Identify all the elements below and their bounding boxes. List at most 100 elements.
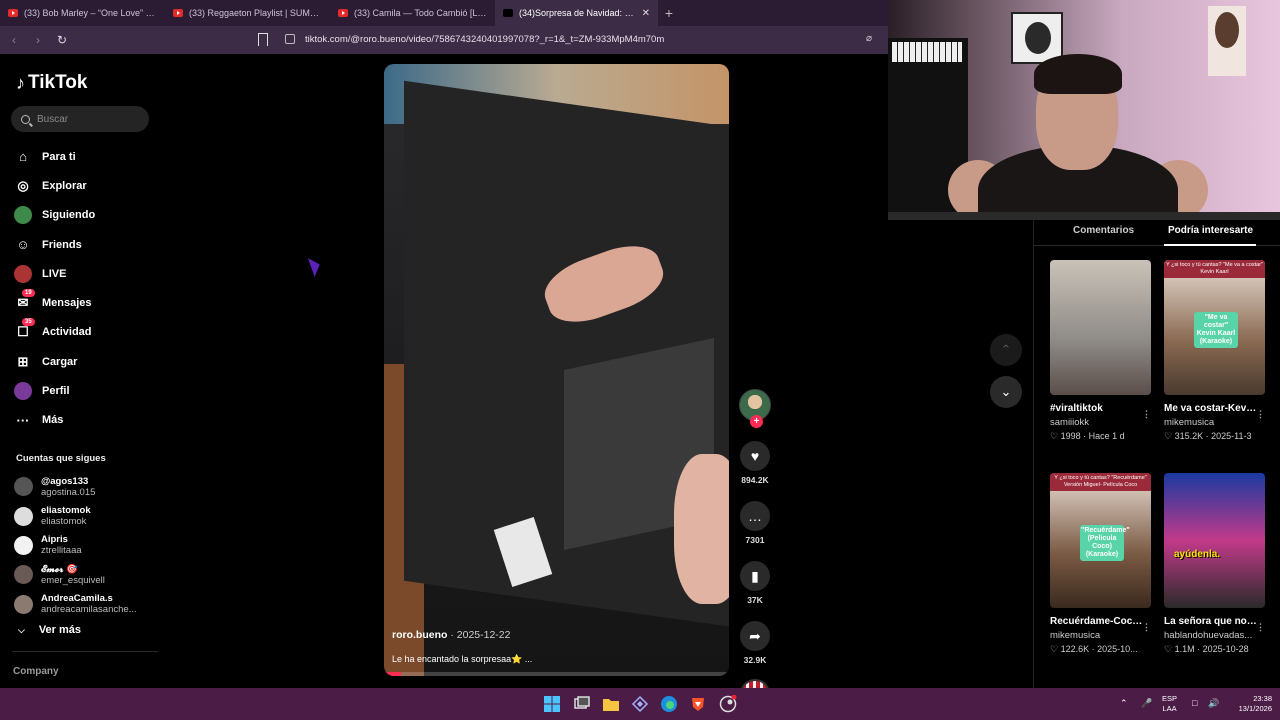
heart-outline-icon: ♡	[1164, 644, 1175, 654]
see-more-button[interactable]: ⌵ Ver más	[18, 624, 81, 636]
nav-item-siguiendo[interactable]: Siguiendo	[14, 201, 154, 230]
brave-icon[interactable]	[689, 695, 707, 713]
search-input[interactable]: Buscar	[11, 106, 149, 132]
video-meta: roro.bueno · 2025-12-22	[392, 629, 511, 641]
file-explorer-icon[interactable]	[602, 695, 620, 713]
video-caption[interactable]: Le ha encantado la sorpresaa⭐ ...	[392, 654, 532, 665]
card-author[interactable]: samiiiokk	[1050, 417, 1151, 428]
video-thumbnail[interactable]: ayúdenla.	[1164, 473, 1265, 608]
card-title[interactable]: La señora que no escucha bien...	[1164, 615, 1258, 628]
card-author[interactable]: hablandohuevadas...	[1164, 630, 1265, 641]
microphone-icon[interactable]: 🎤	[1141, 698, 1152, 708]
browser-tab[interactable]: (34)Sorpresa de Navidad: Car ✕	[495, 0, 658, 26]
browser-address-bar: ‹ › ↻ tiktok.com/@roro.bueno/video/75867…	[0, 26, 888, 54]
following-account[interactable]: @agos133 agostina.015	[14, 472, 144, 501]
browser-tab[interactable]: (33) Camila — Todo Cambió [Letra] -	[330, 0, 495, 26]
task-view-icon[interactable]	[573, 695, 591, 713]
like-button[interactable]: ♥	[740, 441, 770, 471]
main-nav: ⌂ Para ti ◎ Explorar Siguiendo ☺ Friends LIVE ✉ 1…	[14, 142, 154, 435]
video-player[interactable]: roro.bueno · 2025-12-22 Le ha encantado …	[384, 64, 729, 676]
avatar	[14, 594, 33, 614]
following-account[interactable]: 𝓔𝓶𝓮𝓻 🎯 emer_esquivell	[14, 560, 144, 589]
nav-item-actividad[interactable]: ☐ 35 Actividad	[14, 318, 154, 347]
nav-item-friends[interactable]: ☺ Friends	[14, 230, 154, 259]
youtube-favicon-icon	[8, 9, 18, 17]
next-video-button[interactable]: ⌄	[990, 376, 1022, 408]
more-options-icon[interactable]: ⋮	[1256, 622, 1265, 633]
video-thumbnail[interactable]: Y ¿si toco y tú cantas? "Recuérdame" Ver…	[1050, 473, 1151, 608]
like-count: 894.2K	[741, 475, 769, 485]
wall-poster	[1208, 6, 1246, 76]
close-tab-icon[interactable]: ✕	[642, 8, 650, 19]
active-tab-indicator	[1164, 244, 1256, 246]
more-options-icon[interactable]: ⋮	[1142, 622, 1151, 633]
video-thumbnail[interactable]: Y ¿si toco y tú cantas? "Me va a costar"…	[1164, 260, 1265, 395]
creator-avatar[interactable]: +	[739, 389, 771, 428]
follow-plus-icon[interactable]: +	[750, 415, 763, 428]
shields-icon[interactable]: ⌀	[866, 33, 872, 44]
comment-count: 7301	[745, 535, 765, 545]
url-field[interactable]: tiktok.com/@roro.bueno/video/75867432404…	[305, 34, 664, 45]
video-thumbnail[interactable]	[1050, 260, 1151, 395]
volume-icon[interactable]: 🔊	[1208, 698, 1219, 708]
avatar	[14, 565, 33, 585]
video-progress-bar[interactable]	[384, 672, 729, 676]
panel-tabs: Comentarios Podría interesarte	[1034, 220, 1280, 246]
thumbnail-caption: Y ¿si toco y tú cantas? "Me va a costar"…	[1164, 260, 1265, 278]
more-options-icon[interactable]: ⋮	[1256, 409, 1265, 420]
browser-tab-bar: (33) Bob Marley – “One Love” and “R(33) …	[0, 0, 888, 26]
share-button[interactable]: ➦	[740, 621, 770, 651]
new-tab-button[interactable]: +	[658, 5, 680, 21]
recommended-video-card[interactable]: #viraltiktok ⋮ samiiiokk ♡ 1998 · Hace 1 d	[1050, 260, 1151, 442]
like-count: 315.2K	[1174, 431, 1204, 441]
messages-icon: ✉ 19	[14, 289, 35, 312]
nav-item-perfil[interactable]: Perfil	[14, 376, 154, 405]
tab-comments[interactable]: Comentarios	[1073, 225, 1134, 236]
following-account[interactable]: AndreaCamila.s andreacamilasanche...	[14, 590, 144, 619]
forward-icon[interactable]: ›	[28, 33, 48, 47]
nav-item-cargar[interactable]: ⊞ Cargar	[14, 347, 154, 376]
chevron-up-icon: ⌃	[1000, 342, 1012, 357]
browser-tab[interactable]: (33) Reggaeton Playlist | SUMMER	[165, 0, 330, 26]
more-options-icon[interactable]: ⋮	[1142, 409, 1151, 420]
nav-item-explorar[interactable]: ◎ Explorar	[14, 171, 154, 200]
nav-item-más[interactable]: ··· Más	[14, 406, 154, 435]
card-title[interactable]: Me va costar-Kevin Kaarl...	[1164, 402, 1258, 415]
language-indicator[interactable]: ESP LAA	[1162, 694, 1177, 714]
recommended-video-card[interactable]: Y ¿si toco y tú cantas? "Me va a costar"…	[1164, 260, 1265, 442]
save-button[interactable]: ▮	[740, 561, 770, 591]
card-stats: ♡ 122.6K · 2025-10...	[1050, 644, 1138, 654]
start-icon[interactable]	[543, 695, 561, 713]
card-title[interactable]: #viraltiktok	[1050, 402, 1144, 415]
nav-item-para-ti[interactable]: ⌂ Para ti	[14, 142, 154, 171]
bookmark-icon[interactable]	[258, 33, 268, 46]
recommended-video-card[interactable]: ayúdenla. La señora que no escucha bien..…	[1164, 473, 1265, 655]
card-author[interactable]: mikemusica	[1164, 417, 1265, 428]
following-account[interactable]: Aipris ztrellitaaa	[14, 531, 144, 560]
avatar	[14, 535, 33, 555]
nav-item-live[interactable]: LIVE	[14, 259, 154, 288]
activity-icon: ☐ 35	[14, 318, 35, 341]
card-author[interactable]: mikemusica	[1050, 630, 1151, 641]
steam-icon[interactable]	[719, 694, 737, 713]
clock[interactable]: 23:38 13/1/2026	[1226, 694, 1272, 714]
tab-recommendations[interactable]: Podría interesarte	[1168, 225, 1253, 236]
tiktok-logo[interactable]: ♪ TikTok	[16, 72, 87, 94]
network-icon[interactable]: □	[1192, 698, 1197, 708]
recommended-video-card[interactable]: Y ¿si toco y tú cantas? "Recuérdame" Ver…	[1050, 473, 1151, 655]
previous-video-button[interactable]: ⌃	[990, 334, 1022, 366]
browser-tab[interactable]: (33) Bob Marley – “One Love” and “R	[0, 0, 165, 26]
tray-chevron-icon[interactable]: ⌃	[1120, 698, 1128, 708]
nav-item-mensajes[interactable]: ✉ 19 Mensajes	[14, 288, 154, 317]
following-account[interactable]: eliastomok eliastomok	[14, 501, 144, 530]
app-icon[interactable]	[631, 695, 649, 713]
company-link[interactable]: Company	[13, 666, 59, 677]
share-icon: ➦	[749, 627, 761, 644]
site-info-icon[interactable]	[285, 34, 295, 44]
edge-icon[interactable]	[660, 695, 678, 713]
video-author[interactable]: roro.bueno	[392, 629, 447, 641]
back-icon[interactable]: ‹	[4, 33, 24, 47]
card-title[interactable]: Recuérdame-Coco #karaoke #coco...	[1050, 615, 1144, 628]
comment-button[interactable]: …	[740, 501, 770, 531]
reload-icon[interactable]: ↻	[52, 33, 72, 47]
